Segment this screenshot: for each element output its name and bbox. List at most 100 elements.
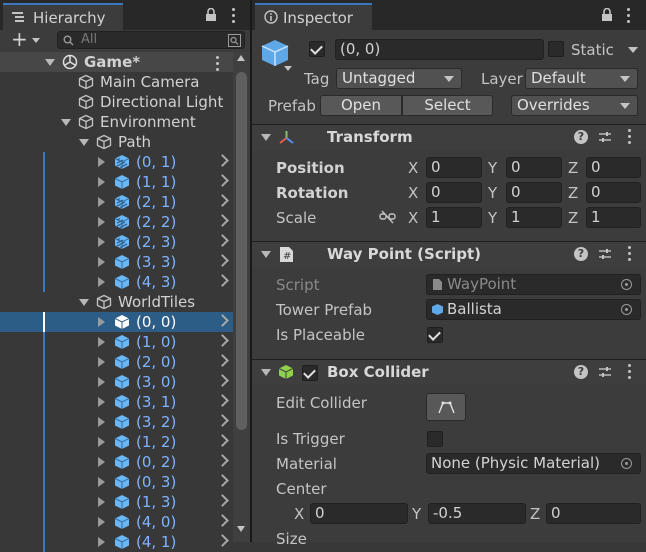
fold-arrow-icon[interactable] bbox=[79, 299, 89, 306]
more-menu-icon[interactable] bbox=[232, 8, 236, 24]
add-dropdown-arrow-icon[interactable] bbox=[32, 38, 40, 43]
chevron-right-icon[interactable] bbox=[216, 514, 229, 527]
tree-row[interactable]: Environment bbox=[0, 112, 233, 132]
object-name-input[interactable]: (0, 0) bbox=[335, 39, 544, 60]
chevron-right-icon[interactable] bbox=[216, 394, 229, 407]
chevron-right-icon[interactable] bbox=[216, 334, 229, 347]
presets-icon[interactable] bbox=[598, 247, 612, 261]
fold-arrow-icon[interactable] bbox=[98, 337, 105, 347]
tree-row[interactable]: (1, 0) bbox=[0, 332, 233, 352]
tree-row[interactable]: (2, 0) bbox=[0, 352, 233, 372]
chevron-right-icon[interactable] bbox=[216, 214, 229, 227]
scroll-down-arrow-icon[interactable] bbox=[237, 526, 245, 532]
center-z-field[interactable]: 0 bbox=[546, 503, 641, 524]
hierarchy-scroll-thumb[interactable] bbox=[236, 72, 247, 430]
fold-arrow-icon[interactable] bbox=[98, 197, 105, 207]
help-icon[interactable]: ? bbox=[574, 130, 588, 144]
component-menu-icon[interactable] bbox=[628, 129, 632, 145]
tree-row[interactable]: (1, 2) bbox=[0, 432, 233, 452]
prefab-select-button[interactable]: Select bbox=[402, 95, 493, 116]
tree-row[interactable]: Main Camera bbox=[0, 72, 233, 92]
fold-arrow-icon[interactable] bbox=[98, 357, 105, 367]
object-picker-icon[interactable] bbox=[621, 458, 632, 469]
prefab-overrides-dropdown[interactable]: Overrides bbox=[511, 95, 638, 116]
edit-collider-button[interactable] bbox=[426, 393, 466, 421]
more-menu-icon[interactable] bbox=[627, 8, 631, 24]
tab-hierarchy[interactable]: Hierarchy bbox=[3, 3, 123, 30]
layer-dropdown[interactable]: Default bbox=[525, 68, 638, 89]
material-field[interactable]: None (Physic Material) bbox=[426, 453, 641, 474]
chevron-right-icon[interactable] bbox=[216, 474, 229, 487]
chevron-right-icon[interactable] bbox=[216, 194, 229, 207]
scale-y-field[interactable]: 1 bbox=[506, 207, 562, 228]
fold-arrow-icon[interactable] bbox=[98, 157, 105, 167]
fold-arrow-icon[interactable] bbox=[45, 59, 55, 66]
component-menu-icon[interactable] bbox=[628, 246, 632, 262]
help-icon[interactable]: ? bbox=[574, 365, 588, 379]
chevron-right-icon[interactable] bbox=[216, 234, 229, 247]
static-dropdown-arrow-icon[interactable] bbox=[628, 47, 638, 53]
tree-row[interactable]: WorldTiles bbox=[0, 292, 233, 312]
tree-row[interactable]: (3, 0) bbox=[0, 372, 233, 392]
fold-arrow-icon[interactable] bbox=[98, 177, 105, 187]
scene-menu-icon[interactable] bbox=[216, 56, 220, 72]
scene-root-row[interactable]: Game* bbox=[0, 52, 233, 72]
rotation-x-field[interactable]: 0 bbox=[426, 182, 482, 203]
tree-row[interactable]: (0, 1) bbox=[0, 152, 233, 172]
tree-row[interactable]: (4, 0) bbox=[0, 512, 233, 532]
chevron-right-icon[interactable] bbox=[216, 354, 229, 367]
tower-prefab-field[interactable]: Ballista bbox=[426, 299, 641, 320]
tree-row[interactable]: (0, 0) bbox=[0, 312, 233, 332]
box-collider-header[interactable]: Box Collider ? bbox=[252, 359, 646, 385]
center-y-field[interactable]: -0.5 bbox=[428, 503, 526, 524]
is-placeable-checkbox[interactable] bbox=[427, 327, 443, 343]
tree-row[interactable]: (1, 1) bbox=[0, 172, 233, 192]
box-collider-enabled-checkbox[interactable] bbox=[302, 365, 318, 381]
chevron-right-icon[interactable] bbox=[216, 494, 229, 507]
tree-row[interactable]: (2, 1) bbox=[0, 192, 233, 212]
presets-icon[interactable] bbox=[598, 130, 612, 144]
tree-row[interactable]: (3, 1) bbox=[0, 392, 233, 412]
component-menu-icon[interactable] bbox=[628, 364, 632, 380]
presets-icon[interactable] bbox=[598, 365, 612, 379]
add-button[interactable]: + bbox=[11, 27, 28, 51]
scale-x-field[interactable]: 1 bbox=[426, 207, 482, 228]
chevron-right-icon[interactable] bbox=[216, 254, 229, 267]
chevron-right-icon[interactable] bbox=[216, 314, 229, 327]
fold-arrow-icon[interactable] bbox=[261, 134, 271, 141]
chevron-right-icon[interactable] bbox=[216, 414, 229, 427]
chevron-right-icon[interactable] bbox=[216, 534, 229, 547]
is-trigger-checkbox[interactable] bbox=[427, 431, 443, 447]
fold-arrow-icon[interactable] bbox=[98, 417, 105, 427]
active-checkbox[interactable] bbox=[309, 41, 325, 57]
scale-z-field[interactable]: 1 bbox=[586, 207, 641, 228]
chevron-right-icon[interactable] bbox=[216, 174, 229, 187]
static-checkbox[interactable] bbox=[548, 41, 564, 57]
center-x-field[interactable]: 0 bbox=[310, 503, 408, 524]
fold-arrow-icon[interactable] bbox=[61, 119, 71, 126]
lock-icon[interactable] bbox=[205, 8, 217, 21]
lock-icon[interactable] bbox=[601, 8, 613, 21]
chevron-right-icon[interactable] bbox=[216, 454, 229, 467]
tree-row[interactable]: Path bbox=[0, 132, 233, 152]
position-y-field[interactable]: 0 bbox=[506, 157, 562, 178]
tree-row[interactable]: (3, 2) bbox=[0, 412, 233, 432]
fold-arrow-icon[interactable] bbox=[98, 217, 105, 227]
tree-row[interactable]: (2, 3) bbox=[0, 232, 233, 252]
tag-dropdown[interactable]: Untagged bbox=[336, 68, 462, 89]
chevron-right-icon[interactable] bbox=[216, 374, 229, 387]
tree-row[interactable]: (0, 2) bbox=[0, 452, 233, 472]
fold-arrow-icon[interactable] bbox=[98, 237, 105, 247]
fold-arrow-icon[interactable] bbox=[98, 437, 105, 447]
chevron-right-icon[interactable] bbox=[216, 154, 229, 167]
position-z-field[interactable]: 0 bbox=[586, 157, 641, 178]
fold-arrow-icon[interactable] bbox=[98, 257, 105, 267]
help-icon[interactable]: ? bbox=[574, 247, 588, 261]
tree-row[interactable]: (1, 3) bbox=[0, 492, 233, 512]
transform-header[interactable]: Transform ? bbox=[252, 124, 646, 150]
fold-arrow-icon[interactable] bbox=[261, 251, 271, 258]
chevron-right-icon[interactable] bbox=[216, 434, 229, 447]
chevron-right-icon[interactable] bbox=[216, 274, 229, 287]
tree-row[interactable]: (0, 3) bbox=[0, 472, 233, 492]
scroll-up-arrow-icon[interactable] bbox=[237, 55, 245, 61]
